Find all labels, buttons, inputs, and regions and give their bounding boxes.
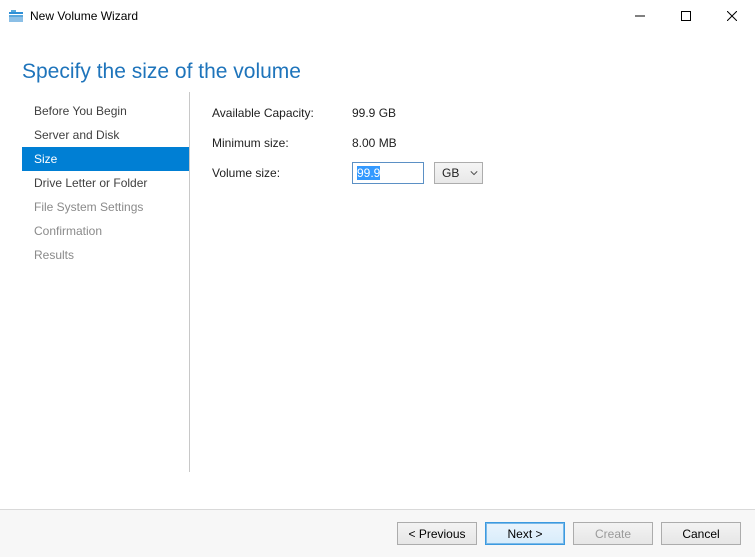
window-title: New Volume Wizard	[30, 9, 138, 23]
label-minimum-size: Minimum size:	[212, 136, 352, 150]
label-volume-size: Volume size:	[212, 166, 352, 180]
step-label: Drive Letter or Folder	[34, 176, 147, 190]
button-label: Cancel	[682, 527, 719, 541]
step-label: Before You Begin	[34, 104, 127, 118]
step-server-and-disk[interactable]: Server and Disk	[22, 123, 189, 147]
volume-size-input[interactable]	[352, 162, 424, 184]
value-minimum-size: 8.00 MB	[352, 136, 397, 150]
title-bar: New Volume Wizard	[0, 0, 755, 32]
wizard-steps: Before You Begin Server and Disk Size Dr…	[22, 92, 190, 472]
cancel-button[interactable]: Cancel	[661, 522, 741, 545]
next-button[interactable]: Next >	[485, 522, 565, 545]
button-label: Create	[595, 527, 631, 541]
step-before-you-begin[interactable]: Before You Begin	[22, 99, 189, 123]
step-confirmation: Confirmation	[22, 219, 189, 243]
app-icon	[8, 8, 24, 24]
row-available-capacity: Available Capacity: 99.9 GB	[212, 98, 483, 128]
content-pane: Available Capacity: 99.9 GB Minimum size…	[190, 92, 483, 472]
step-label: Confirmation	[34, 224, 102, 238]
main-area: Before You Begin Server and Disk Size Dr…	[0, 92, 755, 472]
minimize-button[interactable]	[617, 0, 663, 32]
create-button: Create	[573, 522, 653, 545]
step-label: Size	[34, 152, 57, 166]
wizard-footer: < Previous Next > Create Cancel	[0, 509, 755, 557]
row-volume-size: Volume size: GB	[212, 158, 483, 188]
step-file-system: File System Settings	[22, 195, 189, 219]
step-drive-letter[interactable]: Drive Letter or Folder	[22, 171, 189, 195]
step-label: Results	[34, 248, 74, 262]
page-heading: Specify the size of the volume	[0, 32, 755, 92]
button-label: < Previous	[408, 527, 465, 541]
step-label: Server and Disk	[34, 128, 119, 142]
label-available-capacity: Available Capacity:	[212, 106, 352, 120]
chevron-down-icon	[470, 166, 478, 180]
button-label: Next >	[507, 527, 542, 541]
step-results: Results	[22, 243, 189, 267]
title-bar-left: New Volume Wizard	[8, 8, 138, 24]
step-label: File System Settings	[34, 200, 143, 214]
previous-button[interactable]: < Previous	[397, 522, 477, 545]
step-size[interactable]: Size	[22, 147, 189, 171]
volume-size-unit-select[interactable]: GB	[434, 162, 483, 184]
maximize-button[interactable]	[663, 0, 709, 32]
unit-selected: GB	[442, 166, 459, 180]
value-available-capacity: 99.9 GB	[352, 106, 396, 120]
close-button[interactable]	[709, 0, 755, 32]
row-minimum-size: Minimum size: 8.00 MB	[212, 128, 483, 158]
window-controls	[617, 0, 755, 32]
